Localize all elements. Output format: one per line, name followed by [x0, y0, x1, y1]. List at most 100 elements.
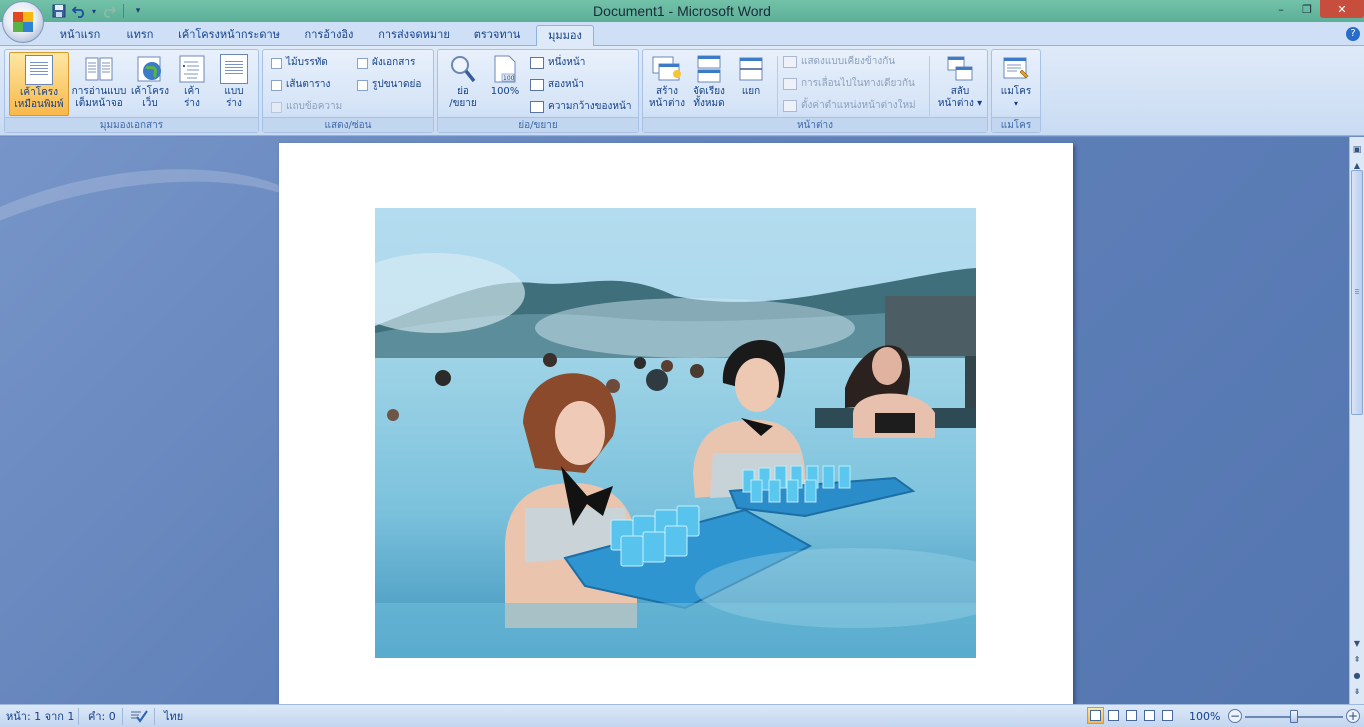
ribbon: เค้าโครง เหมือนพิมพ์ การอ่านแบบ เต็มหน้า… [0, 46, 1364, 136]
status-draft-icon[interactable] [1159, 707, 1176, 724]
scroll-down-icon[interactable]: ▼ [1351, 637, 1363, 651]
draft-button[interactable]: แบบ ร่าง [213, 52, 255, 116]
group-label-show-hide: แสดง/ซ่อน [263, 117, 433, 132]
message-bar-checkbox: แถบข้อความ [271, 98, 342, 116]
tab-home[interactable]: หน้าแรก [52, 25, 108, 46]
page-count-status[interactable]: หน้า: 1 จาก 1 [6, 709, 74, 725]
close-button[interactable]: ✕ [1320, 0, 1364, 18]
window-controls: – ❐ ✕ [1268, 0, 1364, 18]
macros-button[interactable]: แมโคร ▾ [995, 52, 1037, 116]
scroll-thumb[interactable] [1351, 170, 1363, 415]
thumbnails-checkbox[interactable]: รูปขนาดย่อ [357, 76, 421, 94]
select-browse-object-icon[interactable]: ● [1351, 669, 1363, 683]
sync-scroll-icon [783, 78, 797, 90]
window-group-separator [777, 56, 778, 116]
view-buttons [1087, 707, 1176, 724]
status-web-layout-icon[interactable] [1123, 707, 1140, 724]
status-divider [154, 708, 155, 725]
document-workspace[interactable] [0, 137, 1349, 704]
macros-icon [1002, 54, 1030, 84]
group-label-zoom: ย่อ/ขยาย [438, 117, 638, 132]
group-label-window: หน้าต่าง [643, 117, 987, 132]
group-window: สร้าง หน้าต่าง จัดเรียง ทั้งหมด แยก แสดง… [642, 49, 988, 133]
reset-position-icon [783, 100, 797, 112]
tab-page-layout[interactable]: เค้าโครงหน้ากระดาษ [172, 25, 286, 46]
gridlines-checkbox-box[interactable] [271, 79, 282, 91]
zoom-100-button[interactable]: 100 100% [486, 52, 524, 116]
tab-review[interactable]: ตรวจทาน [466, 25, 528, 46]
document-map-checkbox-box[interactable] [357, 57, 368, 69]
message-bar-checkbox-box [271, 101, 282, 113]
zoom-100-icon: 100 [491, 54, 519, 84]
new-window-button[interactable]: สร้าง หน้าต่าง [645, 52, 689, 116]
thumbnails-checkbox-box[interactable] [357, 79, 368, 91]
two-pages-button[interactable]: สองหน้า [530, 76, 584, 94]
svg-text:100: 100 [503, 75, 515, 82]
office-logo-icon [13, 12, 33, 32]
tab-mailings[interactable]: การส่งจดหมาย [372, 25, 456, 46]
gridlines-checkbox[interactable]: เส้นตาราง [271, 76, 330, 94]
zoom-slider-thumb[interactable] [1290, 710, 1298, 723]
previous-page-icon[interactable]: ⇞ [1351, 653, 1363, 667]
status-divider [78, 708, 79, 725]
split-button[interactable]: แยก [731, 52, 771, 116]
arrange-all-icon [695, 54, 723, 84]
group-zoom: ย่อ /ขยาย 100 100% หนึ่งหน้า สองหน้า ควา… [437, 49, 639, 133]
web-layout-icon [136, 54, 164, 84]
group-label-document-views: มุมมองเอกสาร [5, 117, 258, 132]
group-show-hide: ไม้บรรทัด เส้นตาราง แถบข้อความ ผังเอกสาร… [262, 49, 434, 133]
web-layout-button[interactable]: เค้าโครง เว็บ [129, 52, 171, 116]
word-count-status[interactable]: คำ: 0 [88, 709, 116, 725]
status-print-layout-icon[interactable] [1087, 707, 1104, 724]
side-by-side-icon [783, 56, 797, 68]
view-side-by-side-button: แสดงแบบเคียงข้างกัน [783, 53, 895, 71]
status-outline-icon[interactable] [1141, 707, 1158, 724]
synchronous-scrolling-button: การเลื่อนไปในทางเดียวกัน [783, 75, 915, 93]
title-bar: ▾ ▾ Document1 - Microsoft Word – ❐ ✕ [0, 0, 1364, 22]
print-layout-icon [25, 55, 53, 85]
outline-button[interactable]: เค้า ร่าง [172, 52, 212, 116]
tab-view[interactable]: มุมมอง [536, 25, 594, 46]
window-title: Document1 - Microsoft Word [593, 3, 771, 19]
reset-window-position-button: ตั้งค่าตำแหน่งหน้าต่างใหม่ [783, 97, 916, 115]
zoom-button[interactable]: ย่อ /ขยาย [442, 52, 484, 116]
restore-button[interactable]: ❐ [1294, 0, 1320, 18]
office-button[interactable] [2, 1, 44, 43]
status-divider [122, 708, 123, 725]
group-document-views: เค้าโครง เหมือนพิมพ์ การอ่านแบบ เต็มหน้า… [4, 49, 259, 133]
next-page-icon[interactable]: ⇟ [1351, 685, 1363, 699]
split-icon [737, 54, 765, 84]
tab-references[interactable]: การอ้างอิง [296, 25, 362, 46]
help-icon[interactable]: ? [1346, 27, 1360, 41]
zoom-level[interactable]: 100% [1189, 709, 1220, 725]
new-window-icon [651, 54, 683, 84]
page-width-icon [530, 101, 544, 113]
document-image[interactable] [375, 208, 976, 658]
language-status[interactable]: ไทย [164, 709, 183, 725]
document-map-checkbox[interactable]: ผังเอกสาร [357, 54, 415, 72]
proofing-icon[interactable] [130, 709, 148, 725]
switch-windows-button[interactable]: สลับ หน้าต่าง ▾ [935, 52, 985, 116]
vertical-scrollbar[interactable]: ▣ ▲ ▼ ⇞ ● ⇟ [1349, 137, 1364, 704]
draft-icon [220, 54, 248, 84]
switch-windows-icon [946, 54, 974, 84]
group-label-macros: แมโคร [992, 117, 1040, 132]
page-width-button[interactable]: ความกว้างของหน้า [530, 98, 631, 116]
status-bar: หน้า: 1 จาก 1 คำ: 0 ไทย 100% − + [0, 704, 1364, 727]
tab-insert[interactable]: แทรก [116, 25, 164, 46]
document-page[interactable] [279, 143, 1073, 704]
ruler-checkbox-box[interactable] [271, 57, 282, 69]
full-screen-reading-button[interactable]: การอ่านแบบ เต็มหน้าจอ [69, 52, 129, 116]
ruler-checkbox[interactable]: ไม้บรรทัด [271, 54, 328, 72]
status-full-screen-icon[interactable] [1105, 707, 1122, 724]
print-layout-button[interactable]: เค้าโครง เหมือนพิมพ์ [9, 52, 69, 116]
one-page-button[interactable]: หนึ่งหน้า [530, 54, 585, 72]
arrange-all-button[interactable]: จัดเรียง ทั้งหมด [689, 52, 729, 116]
ribbon-tabs: หน้าแรก แทรก เค้าโครงหน้ากระดาษ การอ้างอ… [0, 22, 1364, 46]
full-screen-reading-icon [84, 54, 114, 84]
window-group-separator-2 [929, 56, 930, 116]
zoom-out-button[interactable]: − [1228, 709, 1242, 723]
zoom-in-button[interactable]: + [1346, 709, 1360, 723]
view-ruler-icon[interactable]: ▣ [1351, 145, 1363, 159]
minimize-button[interactable]: – [1268, 0, 1294, 18]
